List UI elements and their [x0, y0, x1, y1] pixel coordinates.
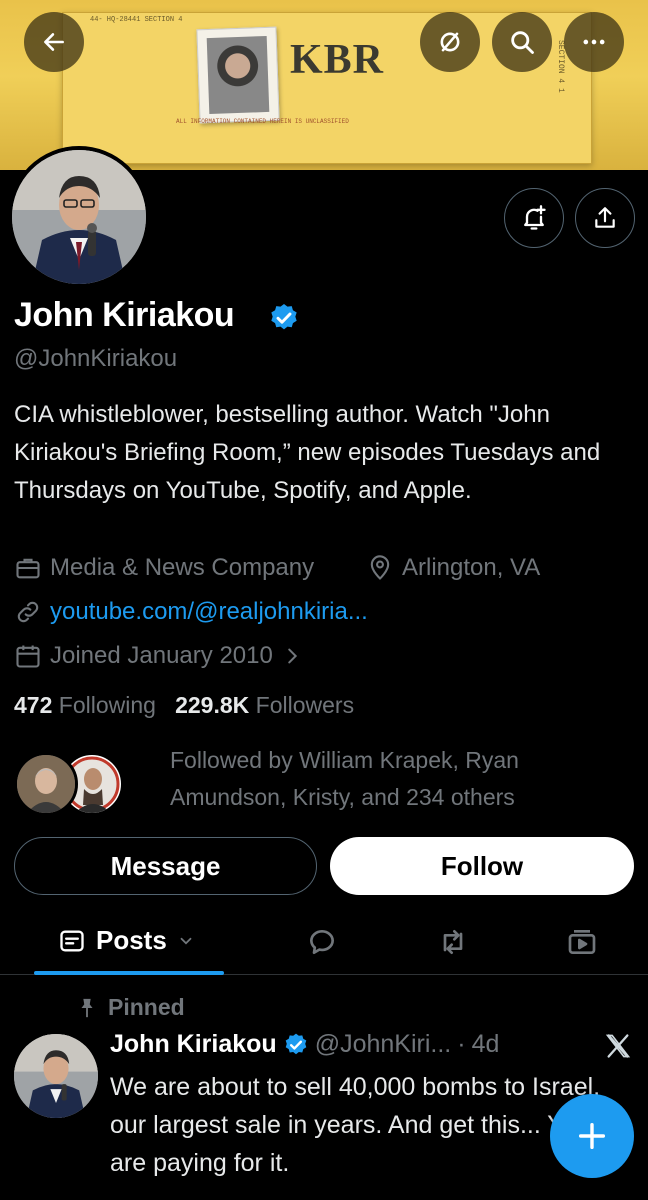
banner-photo	[196, 26, 280, 124]
arrow-left-icon	[44, 33, 64, 51]
search-icon	[511, 31, 534, 54]
link-icon	[17, 601, 39, 623]
profile-name: John Kiriakou	[14, 296, 235, 334]
profile-handle: @JohnKiriakou	[14, 345, 178, 372]
search-button[interactable]	[492, 12, 552, 72]
category-text: Media & News Company	[50, 554, 315, 581]
profile-website[interactable]: youtube.com/@realjohnkiria...	[14, 598, 368, 626]
banner-logo: KBR	[290, 37, 385, 83]
profile-location: Arlington, VA	[366, 554, 540, 582]
verified-badge-icon	[285, 1033, 306, 1054]
notifications-button[interactable]	[504, 188, 564, 248]
tab-posts[interactable]: Posts	[58, 925, 195, 956]
more-button[interactable]	[564, 12, 624, 72]
calendar-icon	[16, 645, 40, 668]
chevron-down-icon	[180, 937, 192, 945]
banner-note: ALL INFORMATION CONTAINED HEREIN IS UNCL…	[176, 118, 349, 125]
location-pin-icon	[370, 555, 390, 580]
followed-by-text[interactable]: Followed by William Krapek, Ryan Amundso…	[170, 742, 630, 816]
profile-bio: CIA whistleblower, bestselling author. W…	[14, 401, 601, 504]
bell-plus-icon	[524, 205, 546, 230]
video-icon	[568, 930, 596, 954]
x-logo-icon	[605, 1034, 631, 1058]
post-time[interactable]: 4d	[472, 1030, 500, 1059]
active-tab-indicator	[34, 971, 224, 975]
compose-button[interactable]	[550, 1094, 634, 1178]
tab-media[interactable]	[566, 926, 598, 963]
plus-icon	[578, 1122, 606, 1150]
post-header: John Kiriakou @JohnKiri... · 4d	[110, 1030, 499, 1059]
post-separator: ·	[457, 1030, 466, 1058]
avatar-photo	[12, 150, 146, 284]
post-author-name[interactable]: John Kiriakou	[110, 1030, 277, 1059]
followers-link[interactable]: 229.8K Followers	[175, 692, 354, 718]
follow-counts: 472 Following 229.8K Followers	[14, 692, 354, 719]
tab-replies[interactable]	[306, 926, 338, 963]
pinned-label: Pinned	[76, 994, 185, 1021]
banner-stamp-text: 44- HQ-28441 SECTION 4	[90, 16, 183, 24]
joined-text: Joined January 2010	[50, 642, 273, 669]
profile-joined[interactable]: Joined January 2010	[14, 642, 303, 670]
chevron-right-icon	[288, 648, 297, 664]
follower-avatar-1	[14, 752, 78, 816]
share-icon	[595, 207, 615, 228]
profile-avatar[interactable]	[8, 146, 150, 288]
repost-icon	[443, 930, 463, 954]
verified-badge-icon	[271, 304, 297, 330]
more-horizontal-icon	[583, 39, 605, 45]
follow-button[interactable]: Follow	[330, 837, 634, 895]
profile-tabs: Posts	[0, 908, 648, 975]
post-avatar-photo	[14, 1034, 98, 1118]
tab-posts-label: Posts	[96, 925, 167, 955]
profile-category: Media & News Company	[14, 554, 314, 582]
tab-reposts[interactable]	[436, 926, 470, 963]
pin-icon	[81, 998, 93, 1017]
message-button[interactable]: Message	[14, 837, 317, 895]
post-author-handle[interactable]: @JohnKiri...	[315, 1030, 452, 1059]
back-button[interactable]	[24, 12, 84, 72]
following-link[interactable]: 472 Following	[14, 692, 156, 718]
location-text: Arlington, VA	[402, 554, 541, 581]
reply-bubble-icon	[310, 930, 334, 954]
briefcase-icon	[16, 558, 40, 579]
website-link[interactable]: youtube.com/@realjohnkiria...	[50, 598, 368, 626]
profile-banner[interactable]: 44- HQ-28441 SECTION 4 KBR ALL INFORMATI…	[0, 0, 648, 170]
share-button[interactable]	[575, 188, 635, 248]
eye-off-icon	[440, 32, 460, 52]
posts-icon	[60, 930, 84, 951]
mute-button[interactable]	[420, 12, 480, 72]
post-author-avatar[interactable]	[14, 1034, 98, 1118]
